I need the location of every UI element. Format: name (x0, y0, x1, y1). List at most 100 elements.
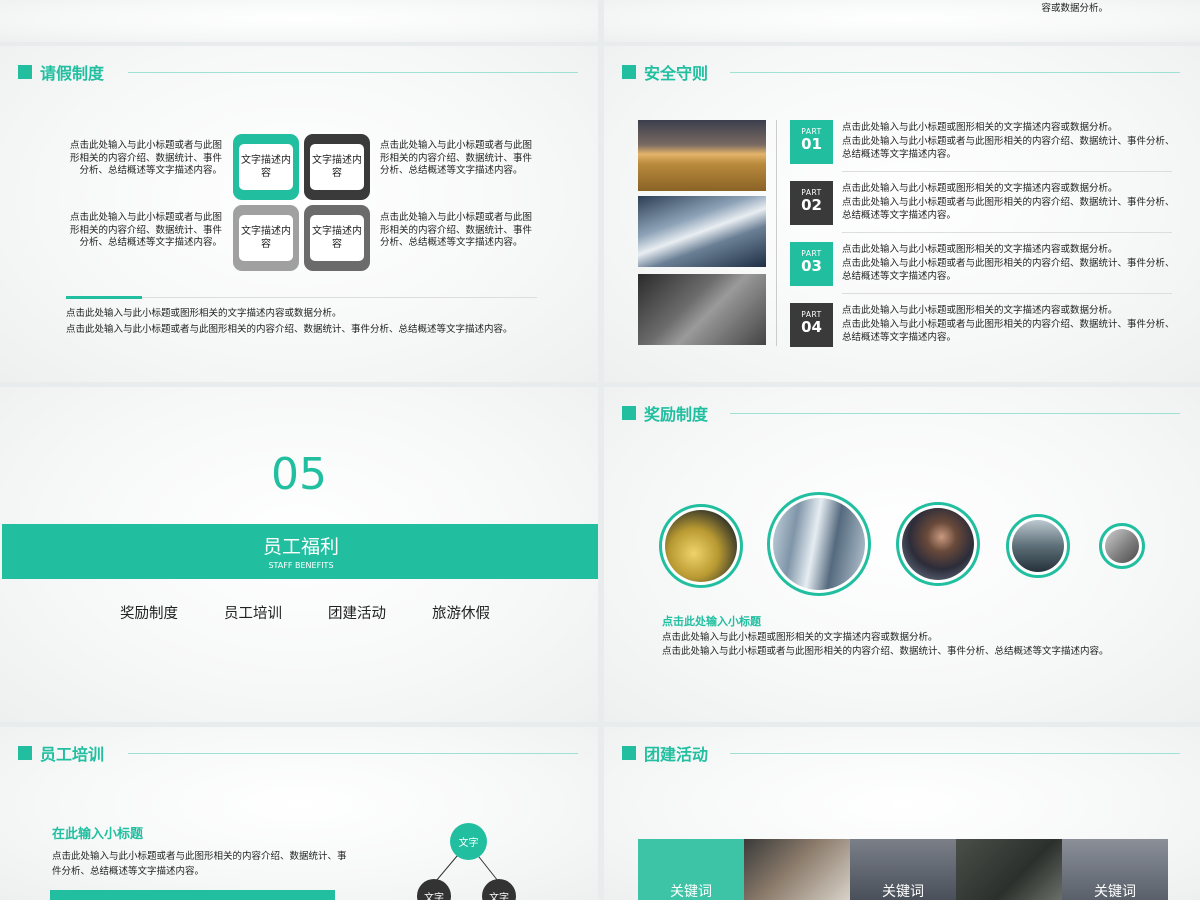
slide-partial-top-right: 容或数据分析。 (604, 0, 1200, 42)
header-divider (730, 413, 1180, 414)
header-square-icon (622, 406, 636, 420)
keyword-label: 关键词 (1094, 884, 1136, 900)
slide-team-building[interactable]: 团建活动 关键词 关键词 关键词 (604, 727, 1200, 900)
leave-bottom-line-1: 点击此处输入与此小标题或图形相关的文字描述内容或数据分析。 (66, 308, 342, 319)
slide-partial-top-left (0, 0, 598, 42)
photo-circle-city (1006, 514, 1070, 578)
header-divider (128, 72, 578, 73)
part-divider (842, 232, 1172, 233)
node-top: 文字 (450, 823, 487, 860)
accent-bar (66, 296, 142, 299)
reward-line-1: 点击此处输入与此小标题或图形相关的文字描述内容或数据分析。 (662, 632, 938, 643)
leave-tile-mid: 文字描述内容 (304, 205, 370, 271)
photo-bridge (638, 274, 766, 345)
photo-circle-buildings (767, 492, 871, 596)
top-note-text: 容或数据分析。 (1041, 3, 1108, 14)
slide-title: 奖励制度 (644, 405, 709, 424)
slide-safety-rules[interactable]: 安全守则 PART 01 点击此处输入与此小标题或图形相关的文字描述内容或数据分析… (604, 46, 1200, 382)
training-teal-bar (50, 890, 335, 900)
slide-title: 员工培训 (40, 745, 105, 764)
part-label: PART (801, 249, 822, 258)
part-line-2: 点击此处输入与此小标题或者与此图形相关的内容介绍、数据统计、事件分析、总结概述等… (842, 135, 1175, 161)
slide-title: 团建活动 (644, 745, 709, 764)
photo-circle-gold (659, 504, 743, 588)
circle-image (773, 498, 865, 590)
part-text-01: 点击此处输入与此小标题或图形相关的文字描述内容或数据分析。点击此处输入与此小标题… (842, 121, 1182, 162)
circle-image (1012, 520, 1064, 572)
keyword-tile-1: 关键词 (638, 839, 744, 900)
slide-header: 团建活动 (622, 743, 709, 764)
photo-meeting (744, 839, 850, 900)
part-line-2: 点击此处输入与此小标题或者与此图形相关的内容介绍、数据统计、事件分析、总结概述等… (842, 196, 1175, 222)
section-title: 员工福利 (262, 536, 339, 558)
section-item-vacation[interactable]: 旅游休假 (432, 602, 490, 623)
tile-label: 文字描述内容 (239, 144, 293, 190)
part-divider (842, 293, 1172, 294)
keyword-tile-3: 关键词 (1062, 839, 1168, 900)
keyword-label: 关键词 (670, 884, 712, 900)
part-line-2: 点击此处输入与此小标题或者与此图形相关的内容介绍、数据统计、事件分析、总结概述等… (842, 318, 1175, 344)
slide-section-05[interactable]: 05 员工福利 STAFF BENEFITS 奖励制度 员工培训 团建活动 旅游… (0, 387, 598, 722)
part-number: 03 (801, 257, 822, 275)
part-badge-03: PART 03 (790, 242, 833, 286)
section-banner: 员工福利 STAFF BENEFITS (2, 524, 598, 579)
header-square-icon (622, 65, 636, 79)
leave-text-top-right: 点击此处输入与此小标题或者与此图形相关的内容介绍、数据统计、事件分析、总结概述等… (380, 140, 533, 176)
part-text-04: 点击此处输入与此小标题或图形相关的文字描述内容或数据分析。点击此处输入与此小标题… (842, 304, 1182, 345)
slide-staff-training[interactable]: 员工培训 在此输入小标题 点击此处输入与此小标题或者与此图形相关的内容介绍、数据… (0, 727, 598, 900)
part-badge-02: PART 02 (790, 181, 833, 225)
divider-line (142, 297, 537, 298)
leave-text-top-left: 点击此处输入与此小标题或者与此图形相关的内容介绍、数据统计、事件分析、总结概述等… (69, 140, 222, 176)
part-line-1: 点击此处输入与此小标题或图形相关的文字描述内容或数据分析。 (842, 305, 1118, 316)
slide-leave-policy[interactable]: 请假制度 点击此处输入与此小标题或者与此图形相关的内容介绍、数据统计、事件分析、… (0, 46, 598, 382)
slide-reward-system[interactable]: 奖励制度 点击此处输入小标题 点击此处输入与此小标题或图形相关的文字描述内容或数… (604, 387, 1200, 722)
header-divider (730, 753, 1180, 754)
training-subtitle: 在此输入小标题 (52, 827, 144, 842)
section-item-reward[interactable]: 奖励制度 (120, 602, 178, 623)
reward-line-2: 点击此处输入与此小标题或者与此图形相关的内容介绍、数据统计、事件分析、总结概述等… (662, 646, 1109, 657)
photo-circle-small (1099, 523, 1145, 569)
vertical-divider (776, 120, 777, 346)
circle-image (665, 510, 737, 582)
slide-header: 奖励制度 (622, 403, 709, 424)
section-item-team[interactable]: 团建活动 (328, 602, 386, 623)
photo-sunset-field (638, 120, 766, 191)
part-number: 04 (801, 318, 822, 336)
leave-tile-dark: 文字描述内容 (304, 134, 370, 200)
leave-tile-teal: 文字描述内容 (233, 134, 299, 200)
slide-header: 员工培训 (18, 743, 105, 764)
section-item-training[interactable]: 员工培训 (224, 602, 282, 623)
reward-subtitle: 点击此处输入小标题 (662, 615, 761, 628)
training-body: 点击此处输入与此小标题或者与此图形相关的内容介绍、数据统计、事件分析、总结概述等… (52, 851, 347, 877)
part-line-2: 点击此处输入与此小标题或者与此图形相关的内容介绍、数据统计、事件分析、总结概述等… (842, 257, 1175, 283)
part-text-03: 点击此处输入与此小标题或图形相关的文字描述内容或数据分析。点击此处输入与此小标题… (842, 243, 1182, 284)
part-label: PART (801, 310, 822, 319)
slide-header: 请假制度 (18, 62, 105, 83)
leave-text-bottom-left: 点击此处输入与此小标题或者与此图形相关的内容介绍、数据统计、事件分析、总结概述等… (69, 212, 222, 248)
tile-label: 文字描述内容 (310, 144, 364, 190)
slide-header: 安全守则 (622, 62, 708, 83)
header-divider (730, 72, 1180, 73)
part-number: 01 (801, 135, 822, 153)
photo-desk (956, 839, 1062, 900)
photo-snowy-mountains (638, 196, 766, 267)
leave-tile-gray: 文字描述内容 (233, 205, 299, 271)
section-menu: 奖励制度 员工培训 团建活动 旅游休假 (120, 602, 490, 623)
part-badge-04: PART 04 (790, 303, 833, 347)
section-subtitle: STAFF BENEFITS (268, 561, 334, 570)
section-number: 05 (271, 449, 327, 500)
slide-title: 请假制度 (40, 64, 105, 83)
header-square-icon (622, 746, 636, 760)
part-label: PART (801, 188, 822, 197)
part-line-1: 点击此处输入与此小标题或图形相关的文字描述内容或数据分析。 (842, 122, 1118, 133)
leave-text-bottom-right: 点击此处输入与此小标题或者与此图形相关的内容介绍、数据统计、事件分析、总结概述等… (380, 212, 533, 248)
part-divider (842, 171, 1172, 172)
part-line-1: 点击此处输入与此小标题或图形相关的文字描述内容或数据分析。 (842, 244, 1118, 255)
keyword-tile-2: 关键词 (850, 839, 956, 900)
circle-image (902, 508, 974, 580)
tile-label: 文字描述内容 (310, 215, 364, 261)
tile-label: 文字描述内容 (239, 215, 293, 261)
header-square-icon (18, 65, 32, 79)
leave-bottom-line-2: 点击此处输入与此小标题或者与此图形相关的内容介绍、数据统计、事件分析、总结概述等… (66, 324, 513, 335)
part-line-1: 点击此处输入与此小标题或图形相关的文字描述内容或数据分析。 (842, 183, 1118, 194)
